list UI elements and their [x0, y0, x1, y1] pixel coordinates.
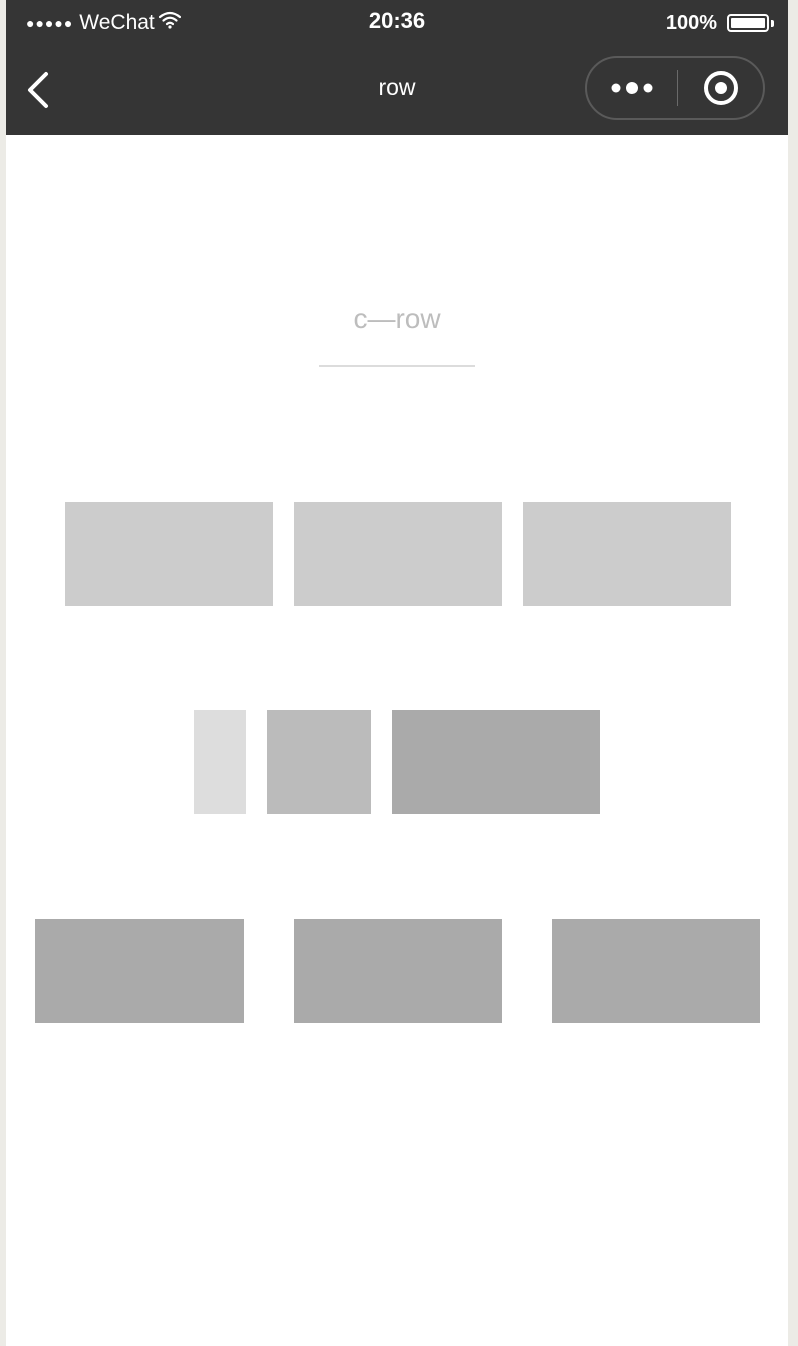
row2-block-1 [194, 710, 246, 814]
battery-icon [727, 14, 769, 32]
section-heading: c—row [353, 303, 441, 334]
row1-block-1 [65, 502, 273, 606]
row2-block-3 [392, 710, 600, 814]
row3-block-2 [294, 919, 502, 1023]
menu-capsule [585, 56, 765, 120]
more-button[interactable] [587, 58, 677, 118]
navigation-bar: row [6, 44, 788, 135]
battery-tip [771, 19, 774, 27]
phone-screen: ●●●●● WeChat 20:36 100% row c—row [6, 0, 788, 1346]
row1-block-2 [294, 502, 502, 606]
status-right: 100% [666, 10, 774, 36]
row2-block-2 [267, 710, 371, 814]
target-circle-icon [703, 71, 738, 105]
heading-underline [319, 365, 475, 367]
close-button[interactable] [678, 58, 763, 118]
more-dots-icon [611, 82, 653, 94]
row1-block-3 [523, 502, 731, 606]
battery-percent: 100% [665, 11, 717, 34]
row3-block-1 [35, 919, 244, 1023]
row3-block-3 [552, 919, 760, 1023]
status-bar: ●●●●● WeChat 20:36 100% [6, 0, 788, 44]
battery-level [731, 18, 765, 28]
